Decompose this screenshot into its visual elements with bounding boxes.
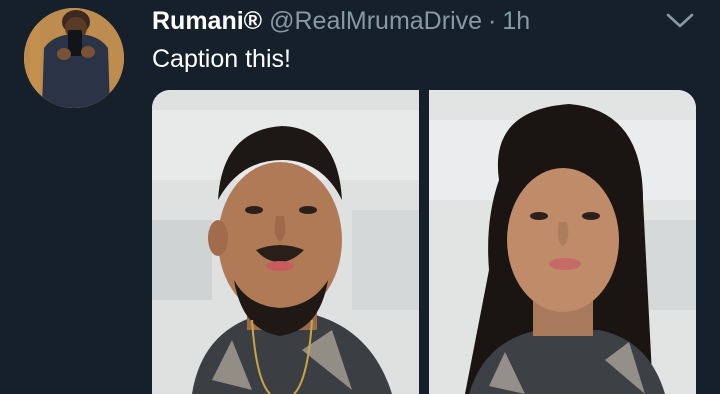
avatar[interactable] [24, 8, 124, 108]
media-grid [152, 90, 696, 394]
tweet: Rumani® @RealMrumaDrive · 1h Caption thi… [0, 0, 720, 394]
chevron-down-icon[interactable] [664, 8, 696, 32]
timestamp[interactable]: 1h [502, 6, 530, 36]
photo-right[interactable] [429, 90, 696, 394]
photo-left[interactable] [152, 90, 419, 394]
tweet-text: Caption this! [152, 45, 291, 73]
display-name[interactable]: Rumani® [152, 6, 262, 36]
tweet-header: Rumani® @RealMrumaDrive · 1h [152, 6, 530, 36]
user-handle[interactable]: @RealMrumaDrive [269, 6, 482, 36]
separator-dot: · [488, 7, 497, 35]
